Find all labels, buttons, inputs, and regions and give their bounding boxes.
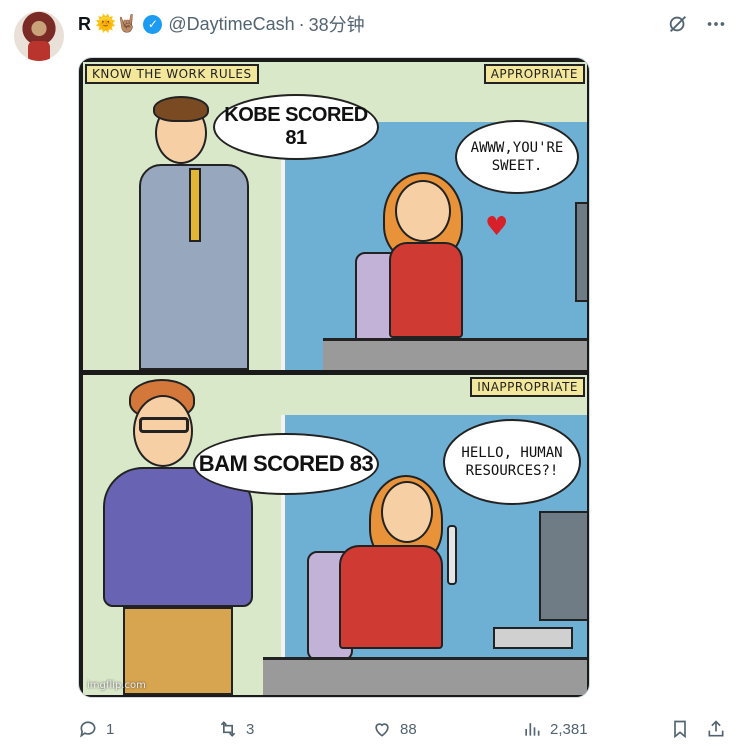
share-icon: [708, 720, 724, 737]
man-tie: [189, 168, 201, 242]
speech-text-kobe: KOBE SCORED 81: [224, 104, 368, 149]
computer-monitor: [575, 202, 587, 302]
reply-count: 1: [106, 720, 115, 738]
author-name[interactable]: R: [78, 14, 91, 35]
computer-monitor: [539, 511, 587, 621]
speech-text-woman-line2: SWEET.: [491, 158, 543, 174]
comic-panel-inappropriate: INAPPROPRIATE BAM SCORED 83 HELLO, HUMAN…: [83, 375, 587, 695]
comic-panel-appropriate: KNOW THE WORK RULES APPROPRIATE KOBE SCO…: [83, 62, 587, 370]
views-count: 2,381: [550, 720, 588, 738]
reply-button[interactable]: 1: [78, 719, 114, 739]
speech-text-woman-line1: HELLO, HUMAN: [461, 445, 563, 461]
author-emojis: 🌞🤘🏽: [95, 14, 138, 34]
share-button[interactable]: [706, 719, 726, 739]
separator-dot: ·: [298, 13, 305, 34]
caption-appropriate: APPROPRIATE: [483, 64, 585, 84]
imgflip-watermark: imgflip.com: [87, 680, 146, 691]
speech-text-woman-line2: RESOURCES?!: [465, 463, 559, 479]
heart-doodle-icon: ♥: [485, 212, 509, 242]
views-button[interactable]: 2,381: [522, 719, 588, 739]
speech-bubble-woman: AWWW,YOU'RE SWEET.: [455, 120, 579, 194]
post-top-actions: [666, 12, 728, 36]
more-icon[interactable]: [704, 12, 728, 36]
bookmark-button[interactable]: [670, 719, 690, 739]
author-avatar[interactable]: [14, 11, 64, 61]
speech-text-woman-line1: AWWW,YOU'RE: [470, 140, 564, 156]
author-handle[interactable]: @DaytimeCash: [168, 14, 294, 35]
speech-bubble-woman: HELLO, HUMAN RESOURCES?!: [443, 419, 581, 505]
speech-bubble-man: KOBE SCORED 81: [213, 94, 379, 160]
desk: [263, 657, 587, 695]
woman-head: [381, 481, 433, 543]
desk: [323, 338, 587, 370]
like-button[interactable]: 88: [372, 719, 417, 739]
repost-icon: [220, 721, 236, 737]
repost-count: 3: [246, 720, 255, 738]
woman-body: [389, 242, 463, 338]
man-glasses: [139, 417, 189, 433]
grok-icon[interactable]: [666, 12, 690, 36]
verified-badge-icon: ✓: [143, 14, 163, 34]
speech-bubble-man: BAM SCORED 83: [193, 433, 379, 495]
post-time[interactable]: 38分钟: [309, 11, 365, 37]
repost-button[interactable]: 3: [218, 719, 254, 739]
reply-icon: [80, 721, 96, 738]
keyboard: [493, 627, 573, 649]
woman-body: [339, 545, 443, 649]
caption-know-the-work-rules: KNOW THE WORK RULES: [85, 64, 259, 84]
telephone-icon: [447, 525, 457, 585]
man-hair: [153, 96, 209, 122]
post-header: R 🌞🤘🏽 ✓ @DaytimeCash · 38分钟: [78, 12, 365, 36]
like-count: 88: [400, 720, 417, 738]
heart-icon: [375, 723, 389, 737]
bookmark-icon: [674, 720, 686, 739]
speech-text-bam: BAM SCORED 83: [198, 451, 374, 476]
woman-head: [395, 180, 451, 242]
views-icon: [525, 723, 540, 736]
post-action-bar: 1 3 88 2,381: [78, 719, 728, 743]
caption-inappropriate: INAPPROPRIATE: [470, 377, 585, 397]
post-media-image[interactable]: KNOW THE WORK RULES APPROPRIATE KOBE SCO…: [78, 57, 590, 698]
